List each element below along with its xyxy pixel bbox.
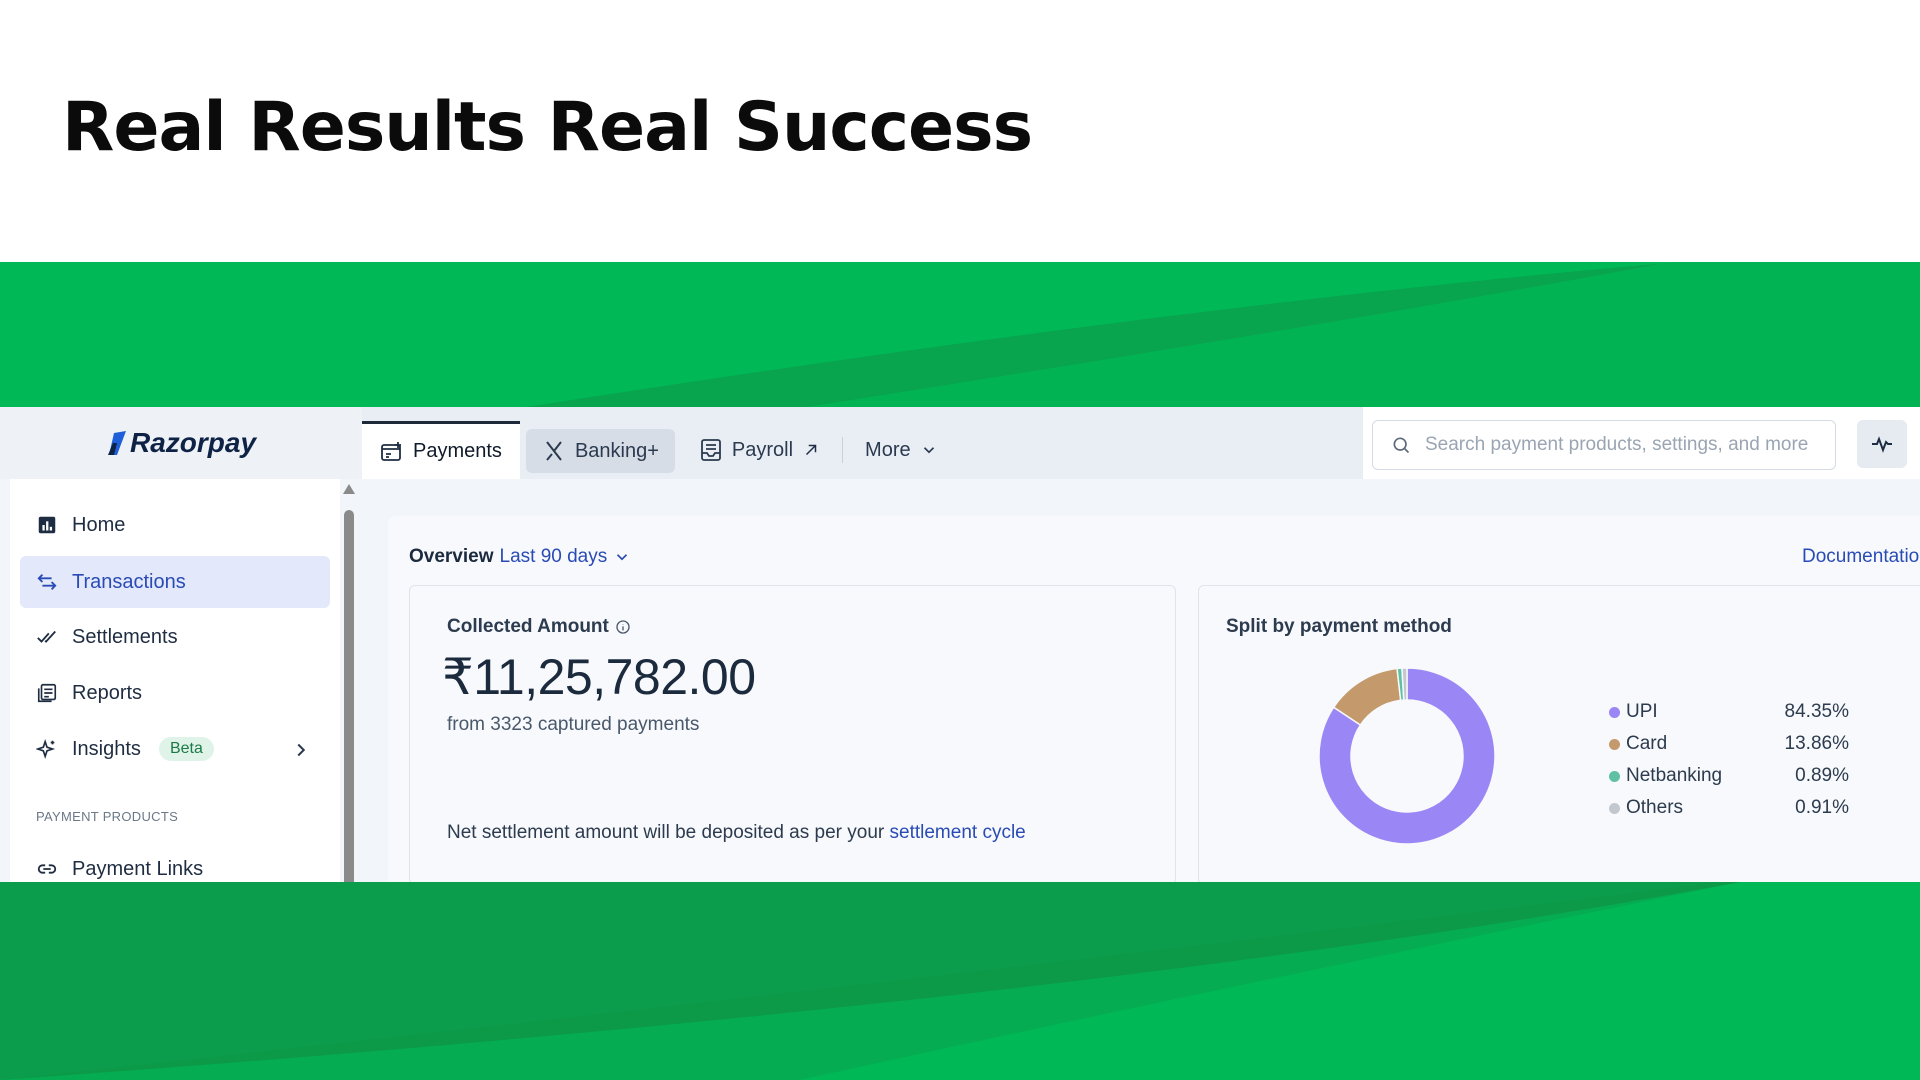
settlement-cycle-link[interactable]: settlement cycle [890, 822, 1026, 843]
payroll-icon [701, 439, 721, 461]
legend-label: Others [1626, 797, 1684, 818]
legend-dot [1609, 706, 1620, 718]
logo-text: Razorpay [129, 427, 257, 458]
legend-dot [1609, 738, 1620, 750]
payments-icon [381, 441, 401, 461]
legend-value: 84.35% [1784, 701, 1849, 722]
search-box[interactable] [1372, 420, 1836, 470]
beta-badge: Beta [158, 737, 214, 761]
legend-row-netbanking: Netbanking 0.89% [1609, 760, 1849, 792]
sidebar-item-transactions[interactable]: Transactions [20, 556, 330, 608]
settlement-note-text: Net settlement amount will be deposited … [447, 822, 885, 843]
chevron-down-icon [923, 447, 934, 454]
tab-more[interactable]: More [847, 421, 956, 479]
pulse-icon [1872, 436, 1892, 453]
date-range-dropdown[interactable]: Last 90 days [500, 546, 608, 568]
dashboard-window: Razorpay Payments Banking+ Payroll More [0, 407, 1920, 882]
product-tabs: Payments Banking+ Payroll More [362, 421, 956, 479]
info-icon[interactable] [615, 619, 631, 635]
legend-dot [1609, 802, 1620, 814]
collected-amount-value: ₹11,25,782.00 [442, 649, 756, 705]
scroll-thumb[interactable] [344, 510, 354, 882]
tab-label: Payroll [731, 438, 794, 461]
sidebar-item-label: Insights [72, 737, 141, 760]
sidebar-item-label: Home [72, 513, 126, 536]
sidebar-item-home[interactable]: Home [20, 499, 330, 551]
reports-icon [37, 683, 57, 703]
link-icon [37, 864, 57, 874]
legend-row-others: Others 0.91% [1609, 792, 1849, 824]
search-input[interactable] [1425, 434, 1835, 456]
scroll-up-arrow[interactable] [343, 484, 355, 494]
search-area [1363, 407, 1920, 479]
legend-value: 13.86% [1784, 733, 1849, 754]
tab-banking-plus[interactable]: Banking+ [525, 429, 675, 473]
sidebar-item-label: Reports [72, 681, 143, 704]
chevron-right-icon[interactable] [290, 739, 312, 761]
main-content: Overview Last 90 days Documentation Coll… [388, 516, 1920, 882]
sidebar-item-label: Payment Links [72, 857, 204, 880]
sidebar-item-settlements[interactable]: Settlements [20, 611, 330, 663]
collected-amount-card: Collected Amount ₹11,25,782.00 from 3323… [409, 585, 1176, 882]
settlement-note: Net settlement amount will be deposited … [447, 822, 1026, 844]
chevron-down-icon[interactable] [613, 548, 631, 566]
top-bar: Razorpay Payments Banking+ Payroll More [0, 407, 1920, 479]
collected-amount-title: Collected Amount [447, 616, 631, 638]
legend-label: Netbanking [1626, 765, 1723, 786]
page-headline: Real Results Real Success [62, 88, 1033, 167]
payment-split-card: Split by payment method UPI 84.35% Card 13.… [1198, 585, 1920, 882]
tab-label: More [865, 438, 911, 461]
sidebar-item-label: Transactions [72, 570, 186, 593]
payment-method-legend: UPI 84.35% Card 13.86% Netbanking 0.89% Others… [1609, 696, 1849, 824]
home-chart-icon [38, 516, 56, 534]
overview-header: Overview Last 90 days [409, 546, 631, 568]
transfer-arrows-icon [37, 574, 57, 590]
legend-row-card: Card 13.86% [1609, 728, 1849, 760]
sidebar-item-payment-links[interactable]: Payment Links [20, 843, 330, 882]
legend-value: 0.89% [1795, 765, 1849, 786]
tab-separator [842, 437, 844, 463]
tab-payroll[interactable]: Payroll [681, 421, 838, 479]
tab-label: Banking+ [574, 439, 659, 462]
logo-area: Razorpay [0, 407, 362, 479]
sidebar-item-label: Settlements [72, 625, 178, 648]
payment-method-donut-chart [1318, 667, 1496, 845]
legend-row-upi: UPI 84.35% [1609, 696, 1849, 728]
overview-label: Overview [409, 546, 494, 567]
legend-label: Card [1626, 733, 1668, 754]
legend-value: 0.91% [1795, 797, 1849, 818]
section-label-payment-products: PAYMENT PRODUCTS [36, 809, 179, 824]
captured-payments-text: from 3323 captured payments [447, 714, 700, 735]
green-band-top [0, 262, 1920, 408]
razorpay-mark-icon [107, 431, 126, 455]
search-icon [1393, 437, 1410, 454]
tab-payments[interactable]: Payments [362, 421, 520, 479]
sidebar-scrollbar[interactable] [343, 484, 355, 882]
sidebar-item-reports[interactable]: Reports [20, 667, 330, 719]
tab-label: Payments [413, 440, 502, 462]
documentation-link[interactable]: Documentation [1802, 546, 1920, 568]
razorpay-logo[interactable]: Razorpay [106, 427, 256, 459]
card-title-text: Collected Amount [447, 616, 609, 637]
green-band-bottom [0, 882, 1920, 1080]
sidebar: Home Transactions Settlements Reports In… [10, 479, 340, 882]
banking-x-icon [546, 441, 562, 461]
activity-button[interactable] [1857, 420, 1907, 468]
arrow-up-right-icon [806, 444, 817, 456]
double-check-icon [37, 630, 56, 643]
legend-label: UPI [1626, 701, 1658, 722]
split-title: Split by payment method [1226, 616, 1452, 637]
sparkle-icon [36, 739, 56, 759]
sidebar-item-insights[interactable]: Insights Beta [20, 723, 330, 775]
legend-dot [1609, 770, 1620, 782]
